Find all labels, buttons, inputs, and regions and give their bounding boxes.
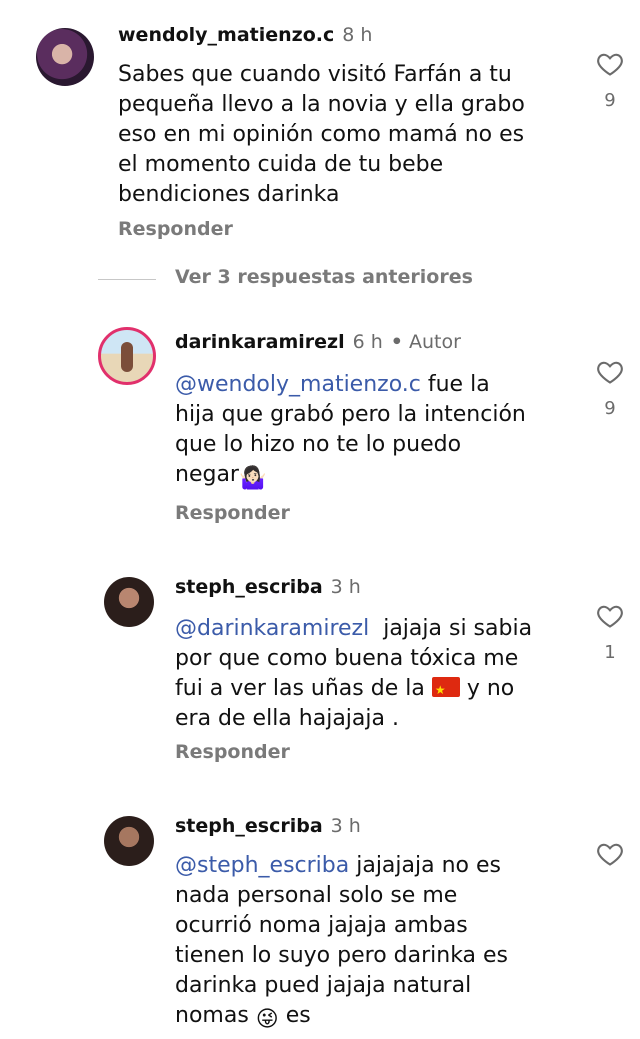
heart-icon[interactable] bbox=[595, 602, 625, 630]
avatar[interactable] bbox=[98, 327, 156, 385]
reply-button[interactable]: Responder bbox=[175, 741, 290, 763]
timestamp: 3 h bbox=[330, 576, 361, 598]
timestamp: 3 h bbox=[330, 815, 361, 837]
comment-text: Sabes que cuando visitó Farfán a tu pequ… bbox=[118, 62, 525, 207]
avatar[interactable] bbox=[36, 28, 94, 86]
username[interactable]: wendoly_matienzo.c 8 h bbox=[118, 24, 372, 46]
author-badge: Autor bbox=[408, 331, 461, 353]
divider-line bbox=[98, 279, 156, 280]
view-more-replies[interactable]: Ver 3 respuestas anteriores bbox=[175, 266, 473, 288]
mention-link[interactable]: @darinkaramirezl bbox=[175, 616, 369, 641]
wink-tongue-emoji: 😜 bbox=[255, 1007, 279, 1032]
comment-text: @darinkaramirezl jajaja si sabia por que… bbox=[175, 614, 575, 734]
mention-link[interactable]: @steph_escriba bbox=[175, 853, 349, 878]
username[interactable]: steph_escriba 3 h bbox=[175, 815, 361, 837]
flag-cn-icon bbox=[431, 675, 460, 705]
heart-icon[interactable] bbox=[595, 840, 625, 868]
comment-text: @steph_escriba jajajaja no es nada perso… bbox=[175, 851, 575, 1035]
heart-icon[interactable] bbox=[595, 358, 625, 386]
comment-text: @wendoly_matienzo.c fue la hija que grab… bbox=[175, 370, 575, 494]
mention-link[interactable]: @wendoly_matienzo.c bbox=[175, 372, 421, 397]
reply-button[interactable]: Responder bbox=[175, 502, 290, 524]
like-count: 1 bbox=[604, 642, 616, 663]
like-count: 9 bbox=[604, 90, 616, 111]
avatar[interactable] bbox=[104, 816, 154, 866]
timestamp: 6 h bbox=[352, 331, 383, 353]
username[interactable]: steph_escriba 3 h bbox=[175, 576, 361, 598]
heart-icon[interactable] bbox=[595, 50, 625, 78]
like-count: 9 bbox=[604, 398, 616, 419]
timestamp: 8 h bbox=[342, 24, 373, 46]
avatar[interactable] bbox=[104, 577, 154, 627]
shrug-emoji: 🤷🏻‍♀️ bbox=[238, 466, 267, 491]
reply-button[interactable]: Responder bbox=[118, 218, 233, 240]
username[interactable]: darinkaramirezl 6 h • Autor bbox=[175, 331, 461, 353]
